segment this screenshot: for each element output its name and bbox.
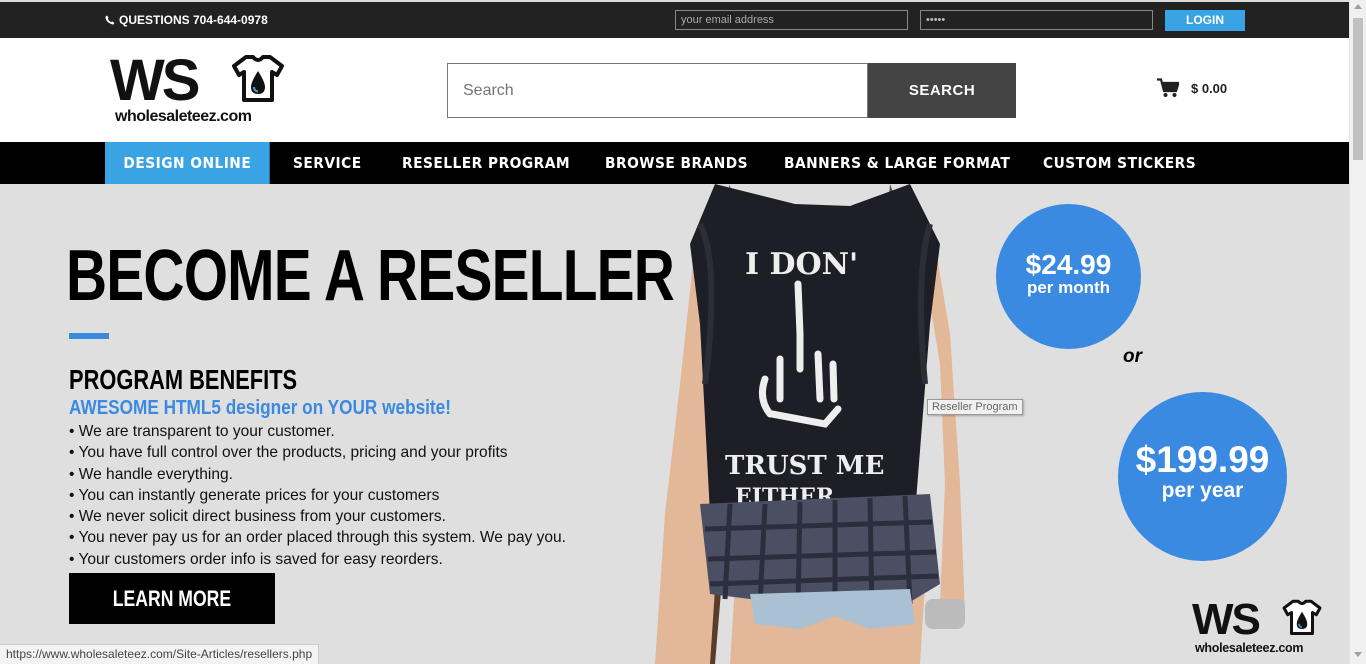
page: QUESTIONS 704-644-0978 LOGIN WS wholesal… xyxy=(0,0,1366,664)
benefit-item: • You have full control over the product… xyxy=(69,444,508,462)
password-field[interactable] xyxy=(920,10,1153,30)
benefit-item: • You never pay us for an order placed t… xyxy=(69,529,566,547)
main-nav: DESIGN ONLINE SERVICE RESELLER PROGRAM B… xyxy=(0,142,1349,184)
search-input[interactable] xyxy=(447,63,868,118)
phone-icon xyxy=(105,15,115,25)
scroll-thumb[interactable] xyxy=(1353,18,1363,160)
benefits-subtitle: AWESOME HTML5 designer on YOUR website! xyxy=(69,397,451,419)
learn-more-label: LEARN MORE xyxy=(112,585,232,611)
nav-item-design-online[interactable]: DESIGN ONLINE xyxy=(105,142,270,184)
nav-item-browse-brands[interactable]: BROWSE BRANDS xyxy=(605,142,748,184)
tshirt-drop-icon xyxy=(232,55,284,102)
email-field[interactable] xyxy=(675,10,908,30)
shopping-cart-icon xyxy=(1157,78,1179,97)
search-button[interactable]: SEARCH xyxy=(868,63,1016,118)
logo-letters: WS xyxy=(110,48,200,113)
benefit-item: • Your customers order info is saved for… xyxy=(69,550,443,568)
site-logo[interactable]: WS wholesaleteez.com xyxy=(110,50,290,130)
cart-link[interactable]: $ 0.00 xyxy=(1157,78,1227,98)
vertical-scrollbar[interactable] xyxy=(1349,0,1366,664)
status-bar-url: https://www.wholesaleteez.com/Site-Artic… xyxy=(0,644,320,664)
benefit-item: • You can instantly generate prices for … xyxy=(69,486,440,504)
yearly-price: $199.99 xyxy=(1135,439,1270,480)
nav-item-reseller-program[interactable]: RESELLER PROGRAM xyxy=(402,142,570,184)
model-photo: I DON' TRUST ME EITHER xyxy=(655,184,965,664)
monthly-period: per month xyxy=(1026,278,1111,297)
scroll-up-arrow-icon[interactable] xyxy=(1354,4,1362,9)
top-bar: QUESTIONS 704-644-0978 LOGIN xyxy=(0,0,1349,38)
benefits-title: PROGRAM BENEFITS xyxy=(69,364,298,395)
banner-logo-url: wholesaleteez.com xyxy=(1195,641,1304,655)
nav-item-banners-large-format[interactable]: BANNERS & LARGE FORMAT xyxy=(784,142,1010,184)
banner-logo-letters: WS xyxy=(1192,595,1261,644)
site-header: WS wholesaleteez.com SEARCH $ 0.00 xyxy=(0,38,1349,142)
cart-total: $ 0.00 xyxy=(1191,80,1228,96)
logo-url: wholesaleteez.com xyxy=(115,108,252,125)
benefit-item: • We are transparent to your customer. xyxy=(69,423,335,440)
benefit-item: • We never solicit direct business from … xyxy=(69,508,446,526)
benefit-item: • We handle everything. xyxy=(69,465,233,483)
banner-logo: WS wholesaleteez.com xyxy=(1192,597,1332,661)
tooltip: Reseller Program xyxy=(927,399,1023,415)
shirt-print-line1: TRUST ME xyxy=(725,451,884,481)
phone-text: QUESTIONS 704-644-0978 xyxy=(119,13,268,27)
accent-bar xyxy=(69,333,109,339)
or-label: or xyxy=(1123,346,1142,367)
hero-headline: BECOME A RESELLER xyxy=(66,236,675,316)
scroll-down-arrow-icon[interactable] xyxy=(1354,652,1362,657)
nav-item-service[interactable]: SERVICE xyxy=(293,142,362,184)
learn-more-button[interactable]: LEARN MORE xyxy=(69,573,275,624)
yearly-price-badge: $199.99 per year xyxy=(1118,392,1287,561)
monthly-price: $24.99 xyxy=(1025,249,1112,280)
login-button[interactable]: LOGIN xyxy=(1165,10,1245,31)
reseller-hero-banner[interactable]: BECOME A RESELLER PROGRAM BENEFITS AWESO… xyxy=(0,184,1349,664)
monthly-price-badge: $24.99 per month xyxy=(996,204,1141,349)
nav-item-custom-stickers[interactable]: CUSTOM STICKERS xyxy=(1043,142,1196,184)
phone-contact: QUESTIONS 704-644-0978 xyxy=(105,13,268,27)
shirt-print-top: I DON' xyxy=(745,247,858,282)
yearly-period: per year xyxy=(1161,479,1244,502)
tshirt-drop-icon xyxy=(1282,599,1322,635)
benefits-list: • We are transparent to your customer. •… xyxy=(69,421,581,570)
